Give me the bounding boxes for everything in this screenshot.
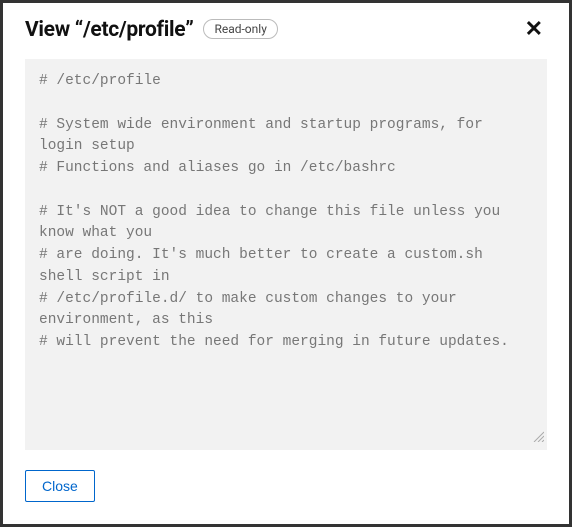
dialog-title: View “/etc/profile” bbox=[25, 18, 193, 42]
title-prefix: View bbox=[25, 18, 70, 42]
file-content-panel bbox=[3, 49, 569, 452]
dialog-footer: Close bbox=[3, 452, 569, 524]
file-content-textarea[interactable] bbox=[25, 59, 547, 450]
close-icon[interactable]: ✕ bbox=[521, 17, 547, 43]
dialog-header: View “/etc/profile” Read-only ✕ bbox=[3, 3, 569, 49]
readonly-badge: Read-only bbox=[203, 19, 277, 39]
close-button[interactable]: Close bbox=[25, 470, 95, 502]
title-path: “/etc/profile” bbox=[75, 18, 194, 42]
